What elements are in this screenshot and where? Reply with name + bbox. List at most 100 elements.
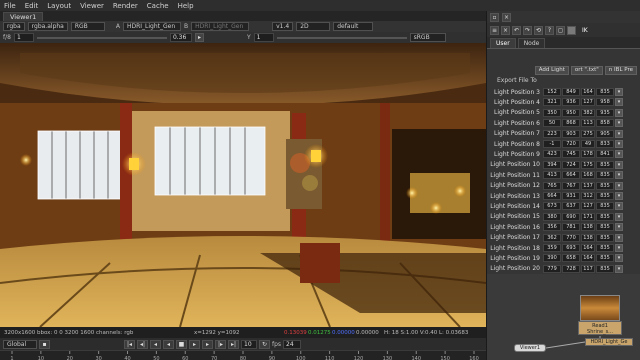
light-position-value[interactable]: 935: [596, 108, 614, 117]
light-position-value[interactable]: 781: [562, 223, 580, 232]
proxy-dropdown[interactable]: sRGB: [409, 33, 446, 42]
menu-layout[interactable]: Layout: [47, 2, 71, 10]
light-position-value[interactable]: 138: [581, 223, 595, 232]
light-position-value[interactable]: 362: [543, 233, 561, 242]
light-position-value[interactable]: 380: [543, 212, 561, 221]
help-icon[interactable]: ?: [545, 25, 554, 35]
light-position-value[interactable]: 164: [581, 88, 595, 96]
animation-menu-icon[interactable]: ▾: [615, 202, 623, 211]
light-position-value[interactable]: 958: [596, 98, 614, 107]
animation-menu-icon[interactable]: ▾: [615, 108, 623, 117]
light-position-value[interactable]: 835: [596, 223, 614, 232]
menu-viewer[interactable]: Viewer: [80, 2, 104, 10]
pin-icon[interactable]: ▫: [490, 12, 499, 22]
light-position-value[interactable]: 113: [581, 119, 595, 128]
light-position-value[interactable]: 50: [543, 119, 561, 128]
light-position-value[interactable]: 767: [562, 181, 580, 190]
redo-icon[interactable]: ↷: [523, 25, 532, 35]
animation-menu-icon[interactable]: ▾: [615, 264, 623, 273]
gain-slider[interactable]: [36, 36, 167, 39]
animation-menu-icon[interactable]: ▾: [615, 150, 623, 159]
light-position-value[interactable]: 835: [596, 160, 614, 169]
light-position-value[interactable]: 835: [596, 254, 614, 263]
light-position-value[interactable]: 835: [596, 264, 614, 273]
light-position-value[interactable]: 835: [596, 192, 614, 200]
light-position-value[interactable]: 835: [596, 233, 614, 242]
light-position-value[interactable]: 637: [562, 202, 580, 211]
channels-dropdown[interactable]: rgba: [3, 22, 25, 31]
light-position-value[interactable]: 931: [562, 192, 580, 200]
light-position-value[interactable]: 673: [543, 202, 561, 211]
undo-icon[interactable]: ↶: [512, 25, 521, 35]
node-name[interactable]: IK: [582, 27, 588, 34]
ibl-preset-button[interactable]: n IBL Pre: [604, 65, 637, 75]
light-position-value[interactable]: 849: [562, 88, 580, 96]
step-back-icon[interactable]: ◂: [150, 339, 161, 349]
node-graph[interactable]: Read1 Shrine_s... HDRI_Light_Ge Viewer1: [487, 274, 640, 360]
light-position-value[interactable]: 720: [562, 140, 580, 148]
light-position-value[interactable]: 164: [581, 254, 595, 263]
frame-field[interactable]: 1: [253, 33, 274, 42]
menu-cache[interactable]: Cache: [147, 2, 169, 10]
stop-icon[interactable]: ■: [176, 339, 187, 349]
first-frame-icon[interactable]: |◂: [124, 339, 135, 349]
animation-menu-icon[interactable]: ▾: [615, 119, 623, 128]
viewer-image[interactable]: [0, 43, 486, 327]
animation-menu-icon[interactable]: ▾: [615, 192, 623, 200]
clear-panels-icon[interactable]: ×: [502, 12, 511, 22]
lock-icon[interactable]: ▪: [39, 339, 50, 349]
animation-menu-icon[interactable]: ▾: [615, 98, 623, 107]
timeline-ruler[interactable]: 1 10 20 30 40 50 60 70 80 90 100 110 120 130 140 150 160: [0, 350, 486, 360]
light-gen-node[interactable]: HDRI_Light_Ge: [585, 338, 633, 346]
export-txt-button[interactable]: ort ".txt": [570, 65, 603, 75]
view-mode-dropdown[interactable]: 2D: [296, 22, 331, 31]
animation-menu-icon[interactable]: ▾: [615, 88, 623, 96]
animation-menu-icon[interactable]: ▾: [615, 129, 623, 138]
light-position-value[interactable]: 779: [543, 264, 561, 273]
lut-dropdown[interactable]: default: [333, 22, 374, 31]
animation-menu-icon[interactable]: ▾: [615, 244, 623, 252]
node-close-icon[interactable]: ×: [501, 25, 510, 35]
light-position-value[interactable]: 835: [596, 88, 614, 96]
light-position-value[interactable]: 350: [543, 108, 561, 117]
tab-user[interactable]: User: [490, 38, 516, 48]
light-position-value[interactable]: 724: [562, 160, 580, 169]
light-position-value[interactable]: 49: [581, 140, 595, 148]
light-position-value[interactable]: 835: [596, 181, 614, 190]
menu-render[interactable]: Render: [113, 2, 138, 10]
play-icon[interactable]: ▸: [194, 33, 204, 42]
alpha-dropdown[interactable]: rgba.alpha: [27, 22, 68, 31]
fps-field[interactable]: 24: [283, 339, 302, 349]
light-position-value[interactable]: 903: [562, 129, 580, 138]
range-dropdown[interactable]: Global: [3, 339, 37, 349]
light-position-value[interactable]: 664: [562, 171, 580, 180]
light-position-value[interactable]: 413: [543, 171, 561, 180]
light-position-value[interactable]: 178: [581, 150, 595, 159]
light-position-value[interactable]: 138: [581, 233, 595, 242]
light-position-value[interactable]: 382: [581, 108, 595, 117]
light-position-value[interactable]: 127: [581, 202, 595, 211]
gamma-field[interactable]: 0.36: [169, 33, 192, 42]
zoom-dropdown[interactable]: v1.4: [272, 22, 294, 31]
light-position-value[interactable]: 835: [596, 212, 614, 221]
frame-slider[interactable]: [276, 36, 407, 39]
light-position-value[interactable]: 321: [543, 98, 561, 107]
light-position-value[interactable]: 127: [581, 98, 595, 107]
animation-menu-icon[interactable]: ▾: [615, 223, 623, 232]
light-position-value[interactable]: 833: [596, 140, 614, 148]
light-position-value[interactable]: 745: [562, 150, 580, 159]
light-position-value[interactable]: 164: [581, 244, 595, 252]
menu-help[interactable]: Help: [178, 2, 194, 10]
light-position-value[interactable]: 664: [543, 192, 561, 200]
animation-menu-icon[interactable]: ▾: [615, 254, 623, 263]
animation-menu-icon[interactable]: ▾: [615, 140, 623, 148]
menu-file[interactable]: File: [4, 2, 16, 10]
light-position-value[interactable]: -1: [543, 140, 561, 148]
last-frame-icon[interactable]: ▸|: [228, 339, 239, 349]
light-position-value[interactable]: 175: [581, 160, 595, 169]
animation-menu-icon[interactable]: ▾: [615, 160, 623, 169]
light-position-value[interactable]: 223: [543, 129, 561, 138]
play-forward-icon[interactable]: ▸: [189, 339, 200, 349]
light-position-value[interactable]: 765: [543, 181, 561, 190]
play-back-icon[interactable]: ◂: [163, 339, 174, 349]
